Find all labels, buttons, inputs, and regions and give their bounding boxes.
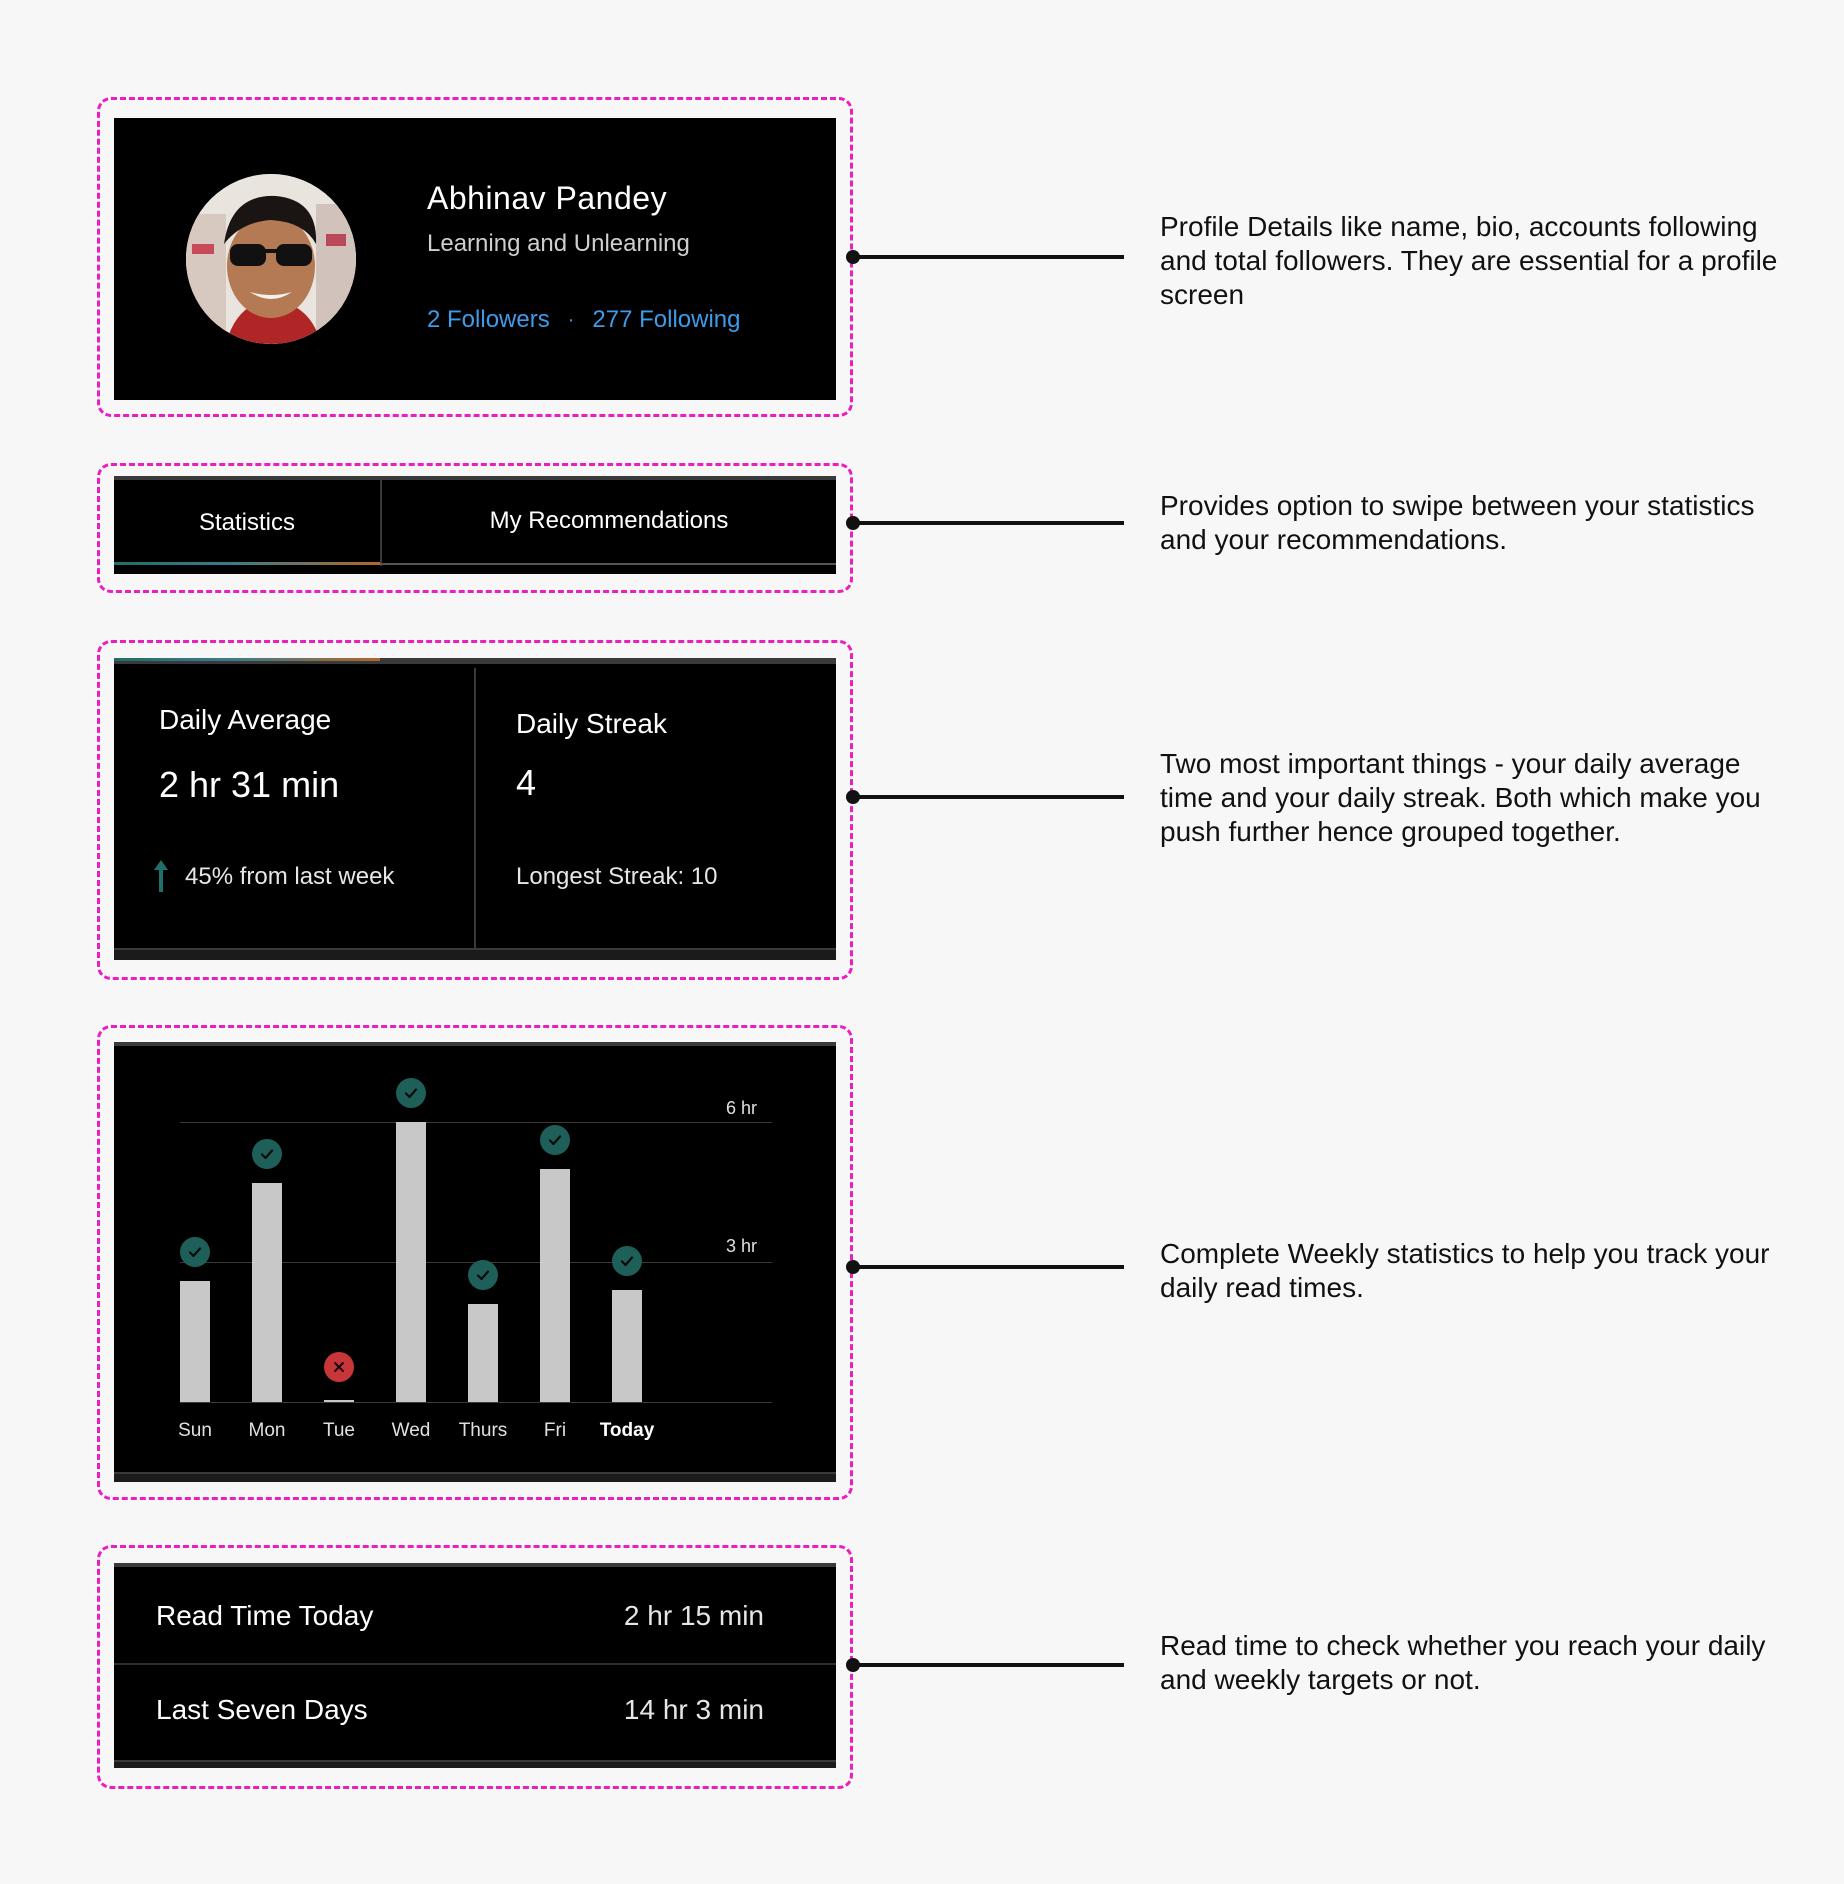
followers-link[interactable]: 2 Followers xyxy=(427,306,550,334)
connector-tabs xyxy=(846,516,1124,530)
tab-indicator-remnant xyxy=(114,658,380,661)
day-label: Wed xyxy=(391,1420,431,1441)
connector-readtime xyxy=(846,1658,1124,1672)
trend-up-arrow-icon xyxy=(154,860,168,897)
connector-stats xyxy=(846,790,1124,804)
bar-wed[interactable] xyxy=(396,1122,426,1402)
readtime-bottom-border xyxy=(114,1760,836,1768)
annotation-note-profile: Profile Details like name, bio, accounts… xyxy=(1160,211,1778,310)
last-seven-days-label: Last Seven Days xyxy=(156,1694,368,1725)
connector-dot xyxy=(846,516,860,530)
bar-tue[interactable] xyxy=(324,1399,354,1402)
separator-dot: · xyxy=(567,308,575,331)
completed-check-icon xyxy=(612,1246,642,1276)
connector-weekly xyxy=(846,1260,1124,1274)
connector-dot xyxy=(846,250,860,264)
daily-average-change: 45% from last week xyxy=(185,863,395,890)
tab-baseline xyxy=(380,563,836,565)
tab-statistics-label: Statistics xyxy=(198,509,296,536)
profile-social-counts: 2 Followers · 277 Following xyxy=(427,306,740,334)
following-link[interactable]: 277 Following xyxy=(592,306,740,334)
last-seven-days-value: 14 hr 3 min xyxy=(623,1694,764,1725)
day-label: Tue xyxy=(322,1420,356,1441)
gridline-6hr xyxy=(180,1122,772,1123)
connector-dot xyxy=(846,1260,860,1274)
day-label: Fri xyxy=(543,1420,567,1441)
annotation-note-readtime: Read time to check whether you reach you… xyxy=(1160,1630,1766,1695)
day-label: Sun xyxy=(178,1420,212,1441)
connector-profile xyxy=(846,250,1124,264)
tab-statistics[interactable]: Statistics xyxy=(114,480,380,566)
completed-check-icon xyxy=(540,1124,570,1155)
missed-x-icon xyxy=(324,1351,354,1382)
tab-bar: Statistics My Recommendations xyxy=(114,476,836,574)
readtime-divider xyxy=(114,1663,836,1665)
connector-dot xyxy=(846,1658,860,1672)
bar-fri[interactable] xyxy=(540,1168,570,1402)
connector-dot xyxy=(846,790,860,804)
read-time-today-value: 2 hr 15 min xyxy=(623,1600,764,1631)
annotation-note-tabs: Provides option to swipe between your st… xyxy=(1160,490,1755,555)
completed-check-icon xyxy=(396,1078,426,1108)
daily-streak-label: Daily Streak xyxy=(516,708,667,739)
read-time-today-label: Read Time Today xyxy=(156,1600,374,1631)
day-label: Thurs xyxy=(458,1420,508,1441)
tab-my-recommendations[interactable]: My Recommendations xyxy=(382,478,836,564)
longest-streak: Longest Streak: 10 xyxy=(516,863,718,890)
gridline-label-6hr: 6 hr xyxy=(726,1098,758,1118)
avatar-photo-icon xyxy=(186,174,356,344)
profile-bio: Learning and Unlearning xyxy=(427,230,690,257)
daily-average-value: 2 hr 31 min xyxy=(159,764,340,805)
annotation-note-weekly: Complete Weekly statistics to help you t… xyxy=(1160,1238,1770,1303)
completed-check-icon xyxy=(252,1138,282,1169)
chart-top-border xyxy=(114,1042,836,1046)
chart-baseline xyxy=(180,1402,772,1403)
tab-recommendations-label: My Recommendations xyxy=(489,507,729,534)
chart-bottom-border xyxy=(114,1472,836,1482)
completed-check-icon xyxy=(180,1236,210,1267)
stats-divider xyxy=(474,668,476,950)
daily-streak-value: 4 xyxy=(516,762,537,803)
avatar[interactable] xyxy=(186,174,356,344)
annotation-note-stats: Two most important things - your daily a… xyxy=(1160,748,1761,847)
read-time-card: Read Time Today 2 hr 15 min Last Seven D… xyxy=(114,1563,836,1768)
profile-card: Abhinav Pandey Learning and Unlearning 2… xyxy=(114,118,836,400)
day-label: Mon xyxy=(248,1420,286,1441)
readtime-top-border xyxy=(114,1563,836,1567)
bar-today[interactable] xyxy=(612,1290,642,1402)
day-label: Today xyxy=(599,1420,655,1441)
profile-name: Abhinav Pandey xyxy=(427,180,668,216)
bar-sun[interactable] xyxy=(180,1280,210,1402)
bar-thurs[interactable] xyxy=(468,1304,498,1402)
completed-check-icon xyxy=(468,1260,498,1290)
active-tab-indicator xyxy=(114,562,380,565)
bar-mon[interactable] xyxy=(252,1182,282,1402)
weekly-chart-card: 6 hr 3 hr Sun Mon Tue Wed Thurs Fri Today xyxy=(114,1042,836,1482)
gridline-label-3hr: 3 hr xyxy=(726,1236,758,1256)
stats-bottom-border xyxy=(114,948,836,960)
daily-average-label: Daily Average xyxy=(159,704,332,735)
daily-stats-card: Daily Average 2 hr 31 min 45% from last … xyxy=(114,658,836,960)
